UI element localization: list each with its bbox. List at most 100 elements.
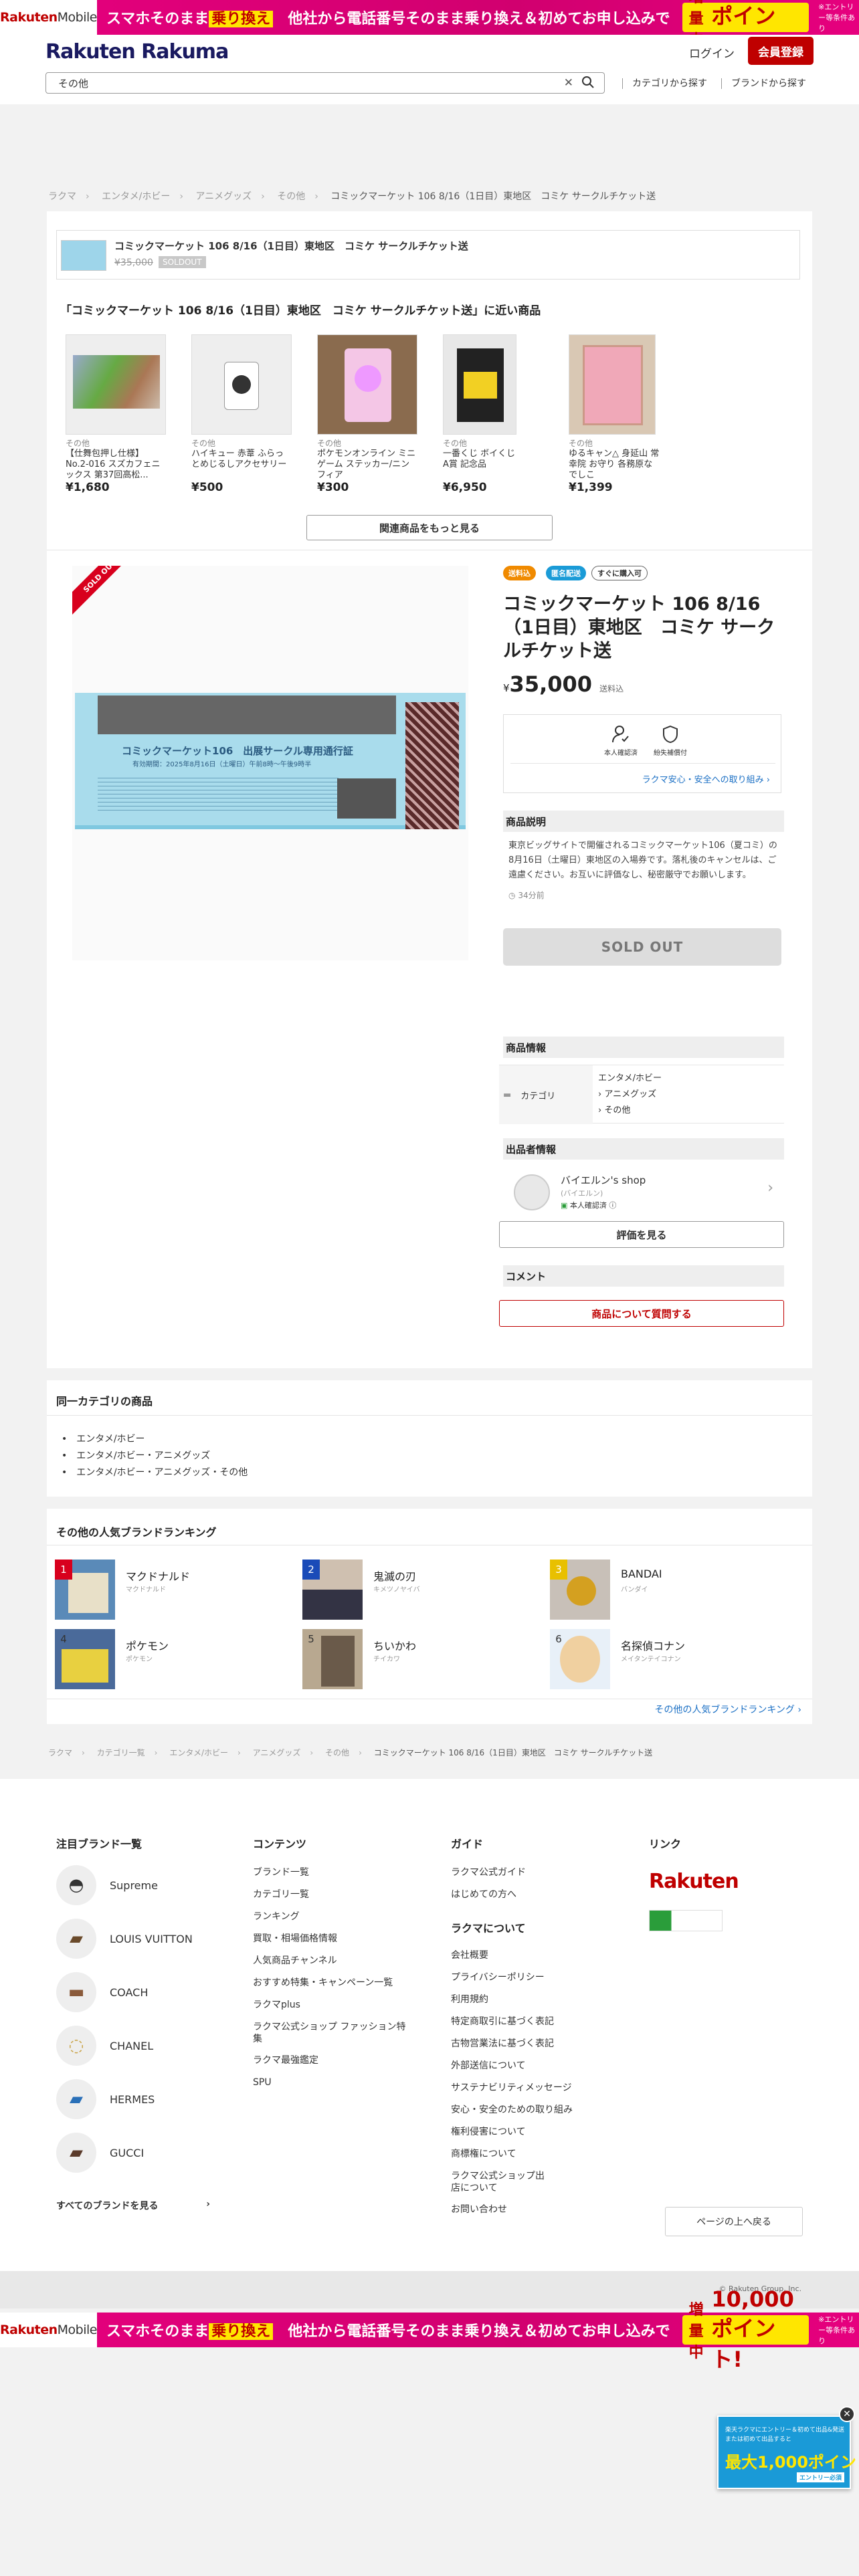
footer-link[interactable]: ブランド一覧 <box>253 1862 413 1884</box>
footer-link[interactable]: ランキング <box>253 1906 413 1928</box>
footer-link[interactable]: お問い合わせ <box>451 2199 551 2221</box>
banner-points: 増量中10,000ポイント! <box>682 2286 809 2372</box>
footer-link[interactable]: 商標権について <box>451 2143 551 2165</box>
avatar <box>514 1174 550 1210</box>
rakuten-rakuma-logo[interactable]: Rakuten Rakuma <box>45 40 229 64</box>
footer-brand-item[interactable]: ▰ LOUIS VUITTON <box>56 1917 193 1961</box>
category-link[interactable]: › その他 <box>598 1103 662 1119</box>
footer-link[interactable]: ラクマ公式ショップ出店について <box>451 2165 551 2199</box>
breadcrumb-item[interactable]: アニメグッズ <box>253 1748 301 1757</box>
related-item[interactable]: その他 ポケモンオンライン ミニゲーム ステッカー/ニンフィア ¥300 <box>317 334 417 494</box>
footer-link[interactable]: 権利侵害について <box>451 2121 551 2143</box>
category-link[interactable]: エンタメ/ホビー <box>598 1071 662 1087</box>
footer-link[interactable]: 安心・安全のための取り組み <box>451 2099 573 2121</box>
footer-link[interactable]: ラクマ最強鑑定 <box>253 2050 413 2072</box>
folder-icon: ▬ <box>503 1089 512 1100</box>
ranking-more-link[interactable]: その他の人気ブランドランキング › <box>654 1703 801 1716</box>
safety-link[interactable]: ラクマ安心・安全への取り組み › <box>642 772 770 785</box>
footer-link[interactable]: 古物営業法に基づく表記 <box>451 2033 554 2055</box>
related-item-image <box>66 334 166 435</box>
description-heading: 商品説明 <box>503 811 784 832</box>
login-link[interactable]: ログイン <box>689 44 735 61</box>
footer-guide-heading: ガイド <box>451 1838 484 1850</box>
footer-link[interactable]: サステナビリティメッセージ <box>451 2077 572 2099</box>
search-icon[interactable] <box>581 76 595 89</box>
mobile-banner-top[interactable]: Rakuten Mobile スマホそのまま 乗り換え 他社から電話番号そのまま乗り… <box>0 0 859 60</box>
footer-link[interactable]: 買取・相場価格情報 <box>253 1928 413 1950</box>
product-title: コミックマーケット 106 8/16（1日目）東地区 コミケ サークルチケット送 <box>503 594 775 661</box>
seller-row[interactable]: バイエルン's shop (バイエルン) ▣ 本人確認済 ⓘ › <box>499 1165 784 1218</box>
category-link[interactable]: › アニメグッズ <box>598 1087 662 1103</box>
ranking-item[interactable]: 4 ポケモン ポケモン <box>55 1629 296 1689</box>
bag-icon: ▰ <box>56 2079 96 2119</box>
same-category-link[interactable]: • エンタメ/ホビー <box>62 1431 248 1448</box>
sold-out-button[interactable]: SOLD OUT <box>503 928 781 966</box>
brand-ranking-card: その他の人気ブランドランキング 1 マクドナルド マクドナルド 2 鬼滅の刃 キ… <box>47 1509 812 1724</box>
ranking-item[interactable]: 5 ちいかわ チイカワ <box>302 1629 543 1689</box>
search-input[interactable]: その他 ✕ <box>45 72 605 94</box>
same-category-card: 同一カテゴリの商品 • エンタメ/ホビー • エンタメ/ホビー・アニメグッズ •… <box>47 1380 812 1497</box>
related-item[interactable]: その他 ゆるキャン△ 身延山 常幸院 お守り 各務原なでしこ ¥1,399 <box>569 334 660 494</box>
product-description: 東京ビッグサイトで開催されるコミックマーケット106（夏コミ）の8月16日（土曜… <box>508 841 777 880</box>
entry-popup[interactable]: 楽天ラクマにエントリー＆初めて出品&発送 または初めて出品すると 最大1,000… <box>717 2416 859 2489</box>
footer-link[interactable]: はじめての方へ <box>451 1884 526 1906</box>
banner-points: 増量中10,000ポイント! <box>682 0 809 60</box>
ranking-item[interactable]: 2 鬼滅の刃 キメツノヤイバ <box>302 1560 543 1620</box>
footer-brand-item[interactable]: ▬ COACH <box>56 1970 193 2014</box>
breadcrumb-item[interactable]: その他 <box>277 191 305 202</box>
close-icon[interactable]: ✕ <box>839 2406 855 2422</box>
same-category-link[interactable]: • エンタメ/ホビー・アニメグッズ・その他 <box>62 1465 248 1481</box>
footer-link[interactable]: おすすめ特集・キャンペーン一覧 <box>253 1972 413 1994</box>
footer-link[interactable]: 特定商取引に基づく表記 <box>451 2011 554 2033</box>
footer-link[interactable]: ラクマplus <box>253 1994 413 2016</box>
clear-icon[interactable]: ✕ <box>564 76 573 90</box>
footer-link[interactable]: SPU <box>253 2072 413 2094</box>
privacy-mark-logo[interactable] <box>649 1910 723 1931</box>
mobile-banner-bottom[interactable]: Rakuten Mobile スマホそのまま 乗り換え 他社から電話番号そのまま乗り… <box>0 2286 859 2372</box>
footer-link[interactable]: 外部送信について <box>451 2055 551 2077</box>
category-search-link[interactable]: カテゴリから探す <box>622 76 707 90</box>
same-category-link[interactable]: • エンタメ/ホビー・アニメグッズ <box>62 1448 248 1465</box>
comment-heading: コメント <box>503 1265 784 1287</box>
breadcrumb-current: コミックマーケット 106 8/16（1日目）東地区 コミケ サークルチケット送 <box>373 1748 653 1757</box>
ranking-item[interactable]: 3 BANDAI バンダイ <box>550 1560 791 1620</box>
rakuten-logo[interactable]: Rakuten <box>649 1870 739 1893</box>
breadcrumb-item[interactable]: アニメグッズ <box>195 191 252 202</box>
breadcrumb-item[interactable]: カテゴリ一覧 <box>97 1748 145 1757</box>
breadcrumb-item[interactable]: その他 <box>325 1748 349 1757</box>
all-brands-link[interactable]: すべてのブランドを見る › <box>56 2199 210 2212</box>
footer-link[interactable]: プライバシーポリシー <box>451 1967 551 1989</box>
footer-link[interactable]: ラクマ公式ショップ ファッション特集 <box>253 2016 413 2050</box>
footer-link[interactable]: カテゴリ一覧 <box>253 1884 413 1906</box>
ranking-heading: その他の人気ブランドランキング <box>56 1526 217 1539</box>
brand-search-link[interactable]: ブランドから探す <box>721 76 806 90</box>
footer-brand-item[interactable]: ◓ Supreme <box>56 1863 193 1907</box>
breadcrumb-item[interactable]: エンタメ/ホビー <box>102 191 170 202</box>
more-related-button[interactable]: 関連商品をもっと見る <box>306 515 553 540</box>
breadcrumb-item[interactable]: ラクマ <box>48 191 76 202</box>
footer-link[interactable]: ラクマ公式ガイド <box>451 1862 526 1884</box>
product-main-image[interactable]: コミックマーケット106 出展サークル専用通行証 有効期間：2025年8月16日… <box>72 566 468 960</box>
footer-brands-heading: 注目ブランド一覧 <box>56 1838 142 1850</box>
footer-brand-item[interactable]: ◌ CHANEL <box>56 2024 193 2068</box>
ask-question-button[interactable]: 商品について質問する <box>499 1300 784 1327</box>
clock-icon: ◷ <box>508 891 516 900</box>
related-item[interactable]: その他 ハイキュー 赤葦 ふらっとめじるしアクセサリー ¥500 <box>191 334 292 494</box>
chevron-right-icon: › <box>206 2199 210 2210</box>
bag-icon: ▰ <box>56 1919 96 1959</box>
back-to-top-button[interactable]: ページの上へ戻る <box>665 2207 803 2236</box>
ranking-item[interactable]: 6 名探偵コナン メイタンテイコナン <box>550 1629 791 1689</box>
related-item[interactable]: その他 【仕舞包押し仕様】No.2-016 スズカフェニックス 第37回高松..… <box>66 334 166 494</box>
footer-link[interactable]: 利用規約 <box>451 1989 551 2011</box>
footer-brand-item[interactable]: ▰ GUCCI <box>56 2131 193 2175</box>
register-button[interactable]: 会員登録 <box>748 37 814 65</box>
breadcrumb-item[interactable]: ラクマ <box>48 1748 72 1757</box>
ranking-item[interactable]: 1 マクドナルド マクドナルド <box>55 1560 296 1620</box>
view-reviews-button[interactable]: 評価を見る <box>499 1221 784 1248</box>
related-item[interactable]: その他 一番くじ ボイくじ A賞 記念品 ¥6,950 <box>443 334 522 494</box>
breadcrumb-item[interactable]: エンタメ/ホビー <box>169 1748 228 1757</box>
footer-link[interactable]: 会社概要 <box>451 1945 551 1967</box>
footer-link[interactable]: 人気商品チャンネル <box>253 1950 413 1972</box>
footer-brand-item[interactable]: ▰ HERMES <box>56 2077 193 2121</box>
rakuten-mobile-logo: Rakuten Mobile <box>0 0 97 35</box>
